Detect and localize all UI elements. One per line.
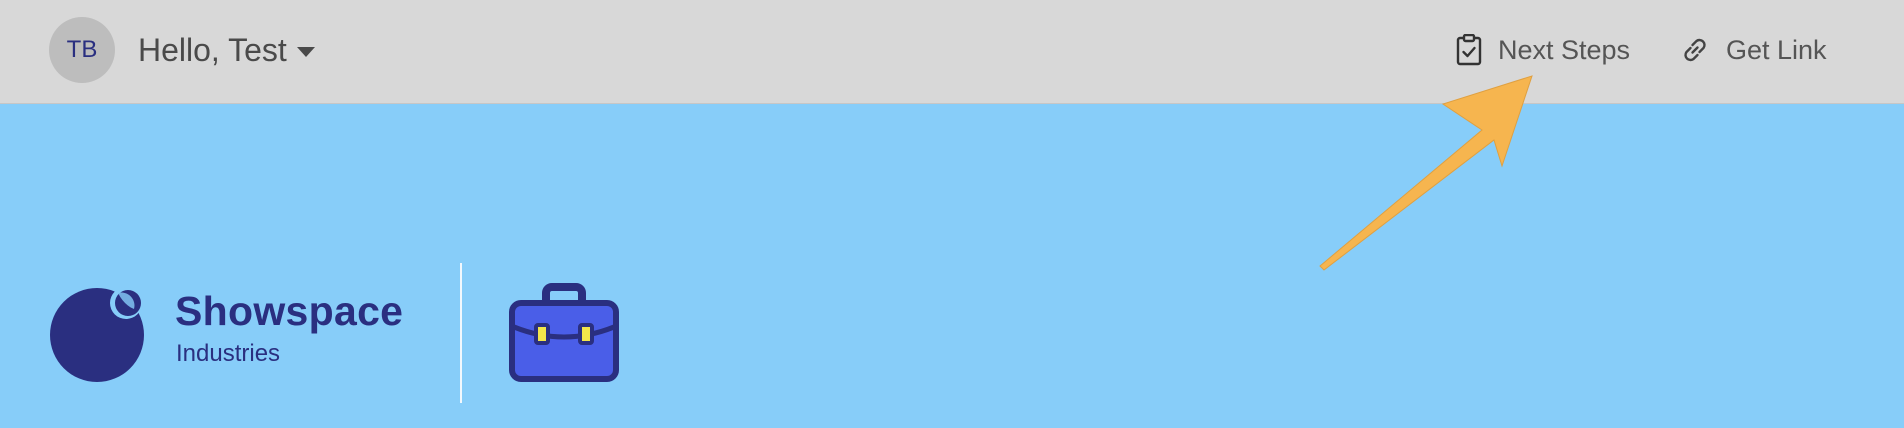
user-avatar[interactable]: TB xyxy=(49,17,115,83)
briefcase-icon xyxy=(509,283,619,382)
get-link-label: Get Link xyxy=(1726,34,1827,65)
caret-down-icon xyxy=(296,47,315,57)
brand-subtitle: Industries xyxy=(176,340,281,367)
next-steps-label: Next Steps xyxy=(1498,34,1631,65)
get-link-button[interactable]: Get Link xyxy=(1680,30,1827,70)
user-menu-dropdown[interactable]: Hello, Test xyxy=(138,28,315,72)
brand-divider xyxy=(460,263,462,403)
top-bar: TB Hello, Test Next Steps Get Link xyxy=(0,0,1904,104)
clipboard-check-icon xyxy=(1456,34,1482,66)
link-icon xyxy=(1680,35,1710,65)
brand-name: Showspace xyxy=(175,288,404,334)
annotation-arrow-icon xyxy=(1319,75,1533,271)
avatar-initials: TB xyxy=(66,36,98,63)
showspace-logo-icon xyxy=(50,287,144,382)
next-steps-button[interactable]: Next Steps xyxy=(1456,30,1630,70)
greeting-text: Hello, Test xyxy=(138,31,287,68)
